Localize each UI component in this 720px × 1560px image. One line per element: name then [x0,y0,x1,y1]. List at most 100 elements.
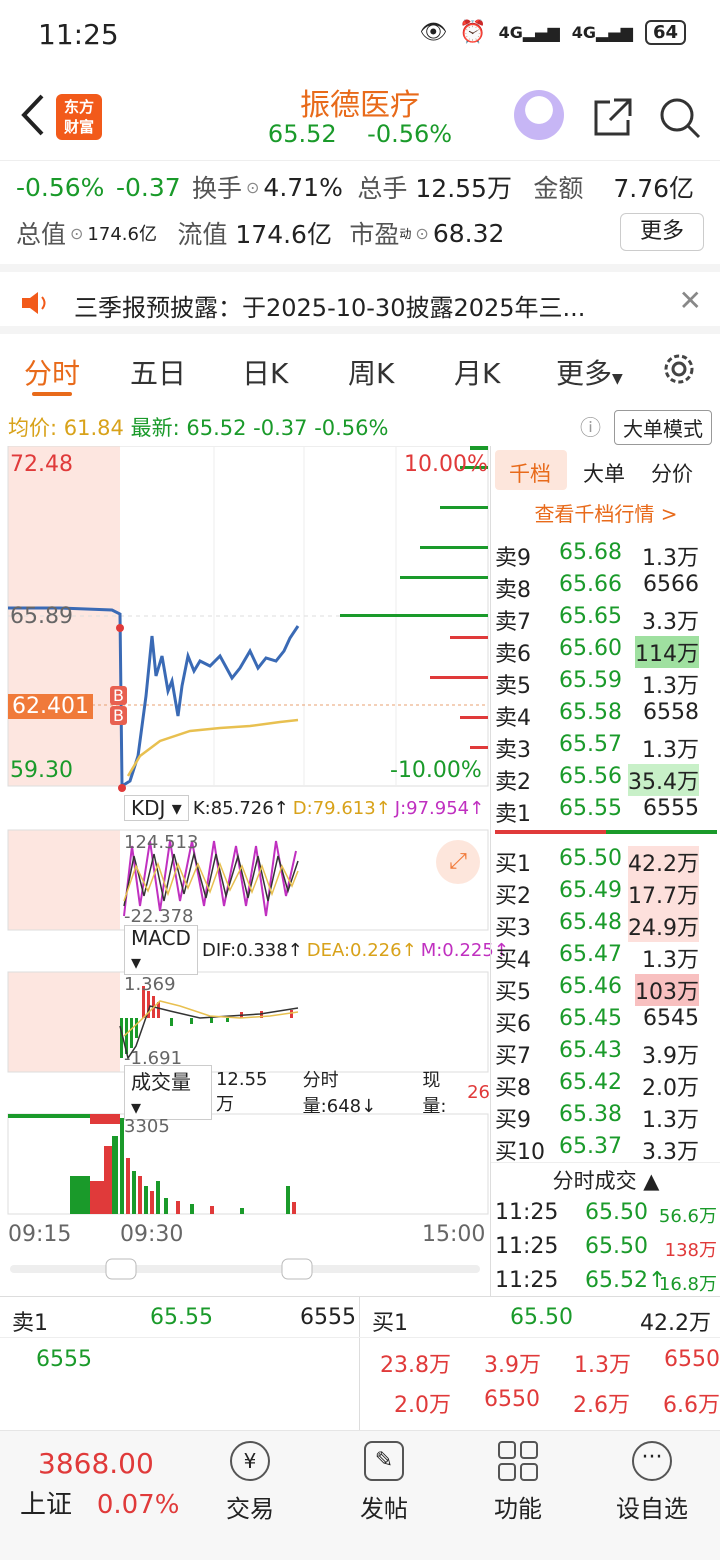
volume-peak: 3305 [124,1116,170,1137]
summary-row-2: 总值 ⊙ 174.6亿 流值 174.6亿 市盈 动 ⊙ 68.32 [16,215,716,251]
book-level-price: 65.46 [559,974,622,999]
big-order-mode-button[interactable]: 大单模式 [614,410,712,445]
book-level-price: 65.59 [559,668,622,693]
tab-monthly-k[interactable]: 月K [454,352,500,392]
depth-link[interactable]: 查看千档行情 > [491,498,720,527]
bid-row[interactable]: 买4 65.47 1.3万 [495,940,717,973]
book-level-price: 65.60 [559,636,622,661]
macd-select[interactable]: MACD ▾ [124,925,198,975]
ask-row[interactable]: 卖8 65.66 6566 [495,570,717,603]
book-tab-price[interactable]: 分价 [651,458,693,488]
bid-row[interactable]: 买2 65.49 17.7万 [495,876,717,910]
sell-detail: 6555 [36,1347,92,1372]
tab-intraday[interactable]: 分时 [24,352,80,392]
stock-change-pct: -0.56% [367,120,453,148]
ask-row[interactable]: 卖2 65.56 35.4万 [495,762,717,796]
now-volume-label: 现量: [422,1070,447,1117]
volume-select[interactable]: 成交量 ▾ [124,1064,212,1120]
ask-row[interactable]: 卖6 65.60 114万 [495,634,717,668]
help-icon[interactable]: ⓘ [580,412,601,442]
bid-row[interactable]: 买8 65.42 2.0万 [495,1068,717,1101]
buy-queue: 买1 65.50 42.2万 23.8万 3.9万 1.3万 6550 2.0万 655… [360,1297,720,1431]
scroll-track [10,1265,480,1273]
buy-vol: 42.2万 [640,1311,711,1336]
search-icon[interactable] [658,96,702,140]
book-tab-big[interactable]: 大单 [583,458,625,488]
sell-label: 卖1 [12,1311,48,1336]
book-level-vol: 1.3万 [642,674,699,699]
x-mid-label: 09:30 [120,1222,184,1247]
speaker-icon [22,292,46,314]
nav-functions[interactable]: 功能 [458,1441,578,1524]
bid-row[interactable]: 买9 65.38 1.3万 [495,1100,717,1133]
nav-watchlist[interactable]: ··· 设自选 [592,1441,712,1524]
ask-row[interactable]: 卖7 65.65 3.3万 [495,602,717,635]
tab-five-day[interactable]: 五日 [130,352,186,392]
summary-change: -0.37 [116,172,181,202]
info-icon[interactable]: ⊙ [246,178,259,197]
index-widget[interactable]: 3868.00 上证 0.07% [20,1447,190,1521]
book-level-vol: 1.3万 [642,1108,699,1133]
ask-row[interactable]: 卖5 65.59 1.3万 [495,666,717,699]
volume-bar-header: 成交量 ▾ 12.55万 分时量:648↓ 现量: 26 [124,1064,490,1120]
intraday-chart[interactable]: 72.48 10.00% 65.89 62.401 B B 59.30 -10.… [0,446,509,1296]
x-end-label: 15:00 [422,1222,486,1247]
trades-title[interactable]: 分时成交 ▲ [491,1162,720,1195]
close-icon[interactable]: ✕ [679,284,702,317]
book-level-price: 65.66 [559,572,622,597]
assistant-robot-icon[interactable] [514,90,564,140]
book-level-price: 65.37 [559,1134,622,1159]
book-level-price: 65.43 [559,1038,622,1063]
kdj-select[interactable]: KDJ ▾ [124,795,189,821]
pe-label: 市盈 [349,220,400,249]
more-button[interactable]: 更多 [620,213,704,251]
nav-trade[interactable]: ¥ 交易 [190,1441,310,1524]
macd-bar: MACD ▾ DIF:0.338↑ DEA:0.226↑ M:0.225↑ [124,925,509,975]
book-level-vol: 3.3万 [642,610,699,635]
now-volume: 26 [467,1081,490,1103]
bid-row[interactable]: 买10 65.37 3.3万 [495,1132,717,1165]
info-icon[interactable]: ⊙ [70,224,83,243]
book-level-label: 买7 [495,1044,531,1069]
buy-marker-2[interactable]: B [110,706,127,725]
expand-icon[interactable]: ⤢ [436,840,480,884]
bid-row[interactable]: 买5 65.46 103万 [495,972,717,1006]
bid-row[interactable]: 买6 65.45 6545 [495,1004,717,1037]
ask-row[interactable]: 卖9 65.68 1.3万 [495,538,717,571]
book-level-price: 65.48 [559,910,622,935]
ask-row[interactable]: 卖3 65.57 1.3万 [495,730,717,763]
book-tab-depth[interactable]: 千档 [509,458,551,488]
macd-dif: DIF:0.338↑ [201,939,303,961]
buy-marker[interactable]: B [110,686,127,705]
trade-row: 11:25 65.50 56.6万 [495,1198,717,1230]
tab-daily-k[interactable]: 日K [242,352,288,392]
bid-row[interactable]: 买1 65.50 42.2万 [495,844,717,878]
buy-detail-row-2: 2.0万 6550 2.6万 6.6万 [394,1387,720,1418]
bid-row[interactable]: 买7 65.43 3.9万 [495,1036,717,1069]
ask-row[interactable]: 卖4 65.58 6558 [495,698,717,731]
book-level-price: 65.47 [559,942,622,967]
sell-vol: 6555 [300,1305,356,1330]
float-value: 174.6亿 [235,220,332,249]
book-level-label: 卖8 [495,578,531,603]
trade-vol: 56.6万 [658,1206,717,1227]
x-start-label: 09:15 [8,1222,72,1247]
settings-gear-icon[interactable] [660,350,698,388]
book-divider [495,830,717,834]
book-level-vol: 6566 [643,572,699,597]
info-icon[interactable]: ⊙ [415,224,428,243]
signal-icon-2: 4G▂▄▆ [571,23,633,42]
bid-row[interactable]: 买3 65.48 24.9万 [495,908,717,942]
book-level-label: 买6 [495,1012,531,1037]
trade-vol: 16.8万 [658,1274,717,1295]
tab-weekly-k[interactable]: 周K [348,352,394,392]
notice-bar[interactable]: 三季报预披露：于2025-10-30披露2025年三... ✕ [0,264,720,334]
nav-post[interactable]: ✎ 发帖 [324,1441,444,1524]
battery-icon: 64 [644,20,686,45]
share-icon[interactable] [590,96,634,140]
book-level-vol: 42.2万 [628,846,699,878]
kdj-j: J:97.954↑ [394,797,485,819]
scroll-handle-right [281,1258,313,1280]
ask-row[interactable]: 卖1 65.55 6555 [495,794,717,827]
tab-more[interactable]: 更多▼ [556,352,623,392]
